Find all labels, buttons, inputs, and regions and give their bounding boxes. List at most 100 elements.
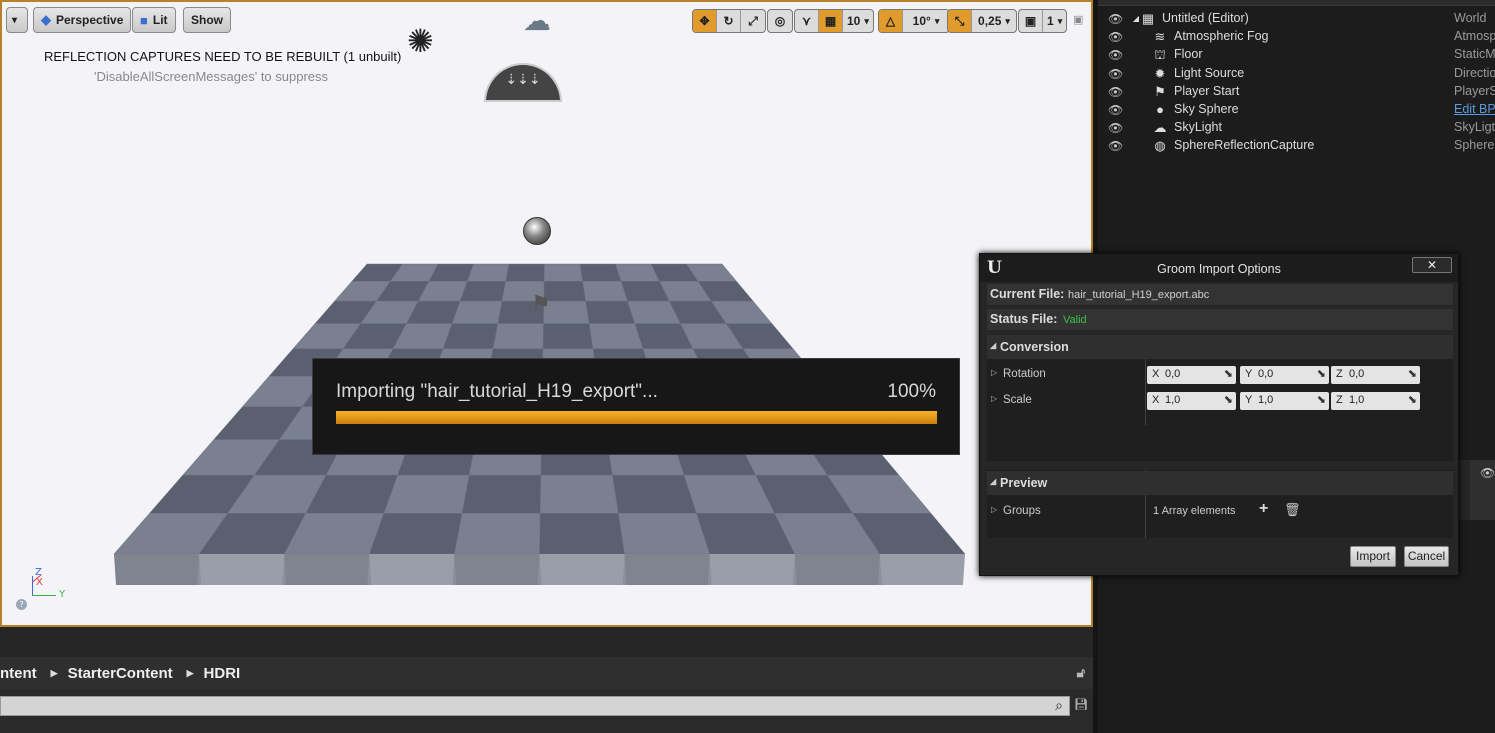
viewport-options-button[interactable]: ▾ bbox=[6, 7, 28, 33]
outliner-row[interactable]: 👁︎ ≋ Atmospheric Fog Atmosp bbox=[1098, 28, 1495, 46]
show-button[interactable]: Show bbox=[183, 7, 231, 33]
view-mode-button[interactable]: ■ Lit bbox=[132, 7, 176, 33]
outliner-item-type: World bbox=[1454, 11, 1487, 25]
rotation-snap-value[interactable]: 10° bbox=[903, 10, 949, 32]
lit-label: Lit bbox=[152, 13, 168, 27]
outliner-row[interactable]: 👁︎ ✹ Light Source Directio bbox=[1098, 65, 1495, 83]
outliner-item-type: StaticM bbox=[1454, 47, 1495, 62]
content-search-input[interactable]: ⌕ bbox=[0, 696, 1070, 716]
outliner-item-label: Atmospheric Fog bbox=[1174, 29, 1269, 44]
visibility-eye-icon[interactable]: 👁︎ bbox=[1108, 85, 1123, 99]
status-file-value: Valid bbox=[1063, 314, 1087, 326]
camera-speed-group: ▣ 1 bbox=[1018, 9, 1068, 33]
perspective-button[interactable]: ◆ Perspective bbox=[33, 7, 132, 33]
breadcrumb-item-hdri[interactable]: HDRI bbox=[204, 665, 241, 682]
visibility-eye-icon[interactable]: 👁︎ bbox=[1108, 103, 1123, 117]
preview-section-header[interactable]: ◢ Preview bbox=[987, 471, 1453, 495]
drag-handle-icon: ⬊ bbox=[1316, 368, 1326, 380]
add-element-icon[interactable]: + bbox=[1259, 500, 1268, 518]
show-label: Show bbox=[191, 13, 223, 27]
translate-tool-icon[interactable]: ✥ bbox=[693, 10, 717, 32]
grid-snap-group: ⋎ ▦ 10 bbox=[794, 9, 874, 33]
camera-speed-value[interactable]: 1 bbox=[1043, 10, 1066, 32]
groups-label: Groups bbox=[1003, 505, 1041, 517]
axis-indicator: Z X Y bbox=[22, 567, 72, 608]
outliner-item-label: Untitled (Editor) bbox=[1162, 11, 1249, 25]
breadcrumb-arrow-icon[interactable]: ▶ bbox=[187, 668, 194, 679]
outliner-item-type: PlayerS bbox=[1454, 83, 1495, 98]
import-button[interactable]: Import bbox=[1350, 546, 1396, 567]
player-start-gizmo-icon[interactable]: ⚑ bbox=[531, 292, 551, 317]
rebuild-warning-message: REFLECTION CAPTURES NEED TO BE REBUILT (… bbox=[44, 49, 402, 64]
outliner-item-label: SkyLight bbox=[1174, 120, 1222, 135]
groups-count: 1 Array elements bbox=[1153, 505, 1236, 517]
reflection-capture-icon: ◍ bbox=[1154, 138, 1166, 154]
visibility-eye-icon[interactable]: 👁︎ bbox=[1108, 139, 1123, 153]
save-search-icon[interactable]: 💾︎ bbox=[1074, 698, 1088, 711]
scale-z-field[interactable]: Z 1,0 ⬊ bbox=[1331, 392, 1420, 410]
preview-label: Preview bbox=[1000, 476, 1048, 490]
visibility-eye-icon[interactable]: 👁︎ bbox=[1108, 12, 1123, 26]
scale-snap-value[interactable]: 0,25 bbox=[972, 10, 1016, 32]
scale-y-field[interactable]: Y 1,0 ⬊ bbox=[1240, 392, 1329, 410]
outliner-row[interactable]: 👁︎ ● Sky Sphere Edit BP bbox=[1098, 101, 1495, 119]
content-browser-toolbar bbox=[0, 627, 1093, 657]
breadcrumb-item-startercontent[interactable]: StarterContent bbox=[68, 665, 173, 682]
rotation-snap-group: △ 10° bbox=[878, 9, 950, 33]
edit-blueprint-link[interactable]: Edit BP bbox=[1454, 102, 1495, 116]
outliner-row[interactable]: 👁︎ ⛫ Floor StaticM bbox=[1098, 46, 1495, 64]
visibility-eye-icon[interactable]: 👁︎ bbox=[1108, 30, 1123, 44]
reflection-capture-gizmo-icon[interactable] bbox=[523, 217, 551, 245]
scale-tool-icon[interactable]: ⤢ bbox=[741, 10, 765, 32]
outliner-row[interactable]: 👁︎ ⚑ Player Start PlayerS bbox=[1098, 83, 1495, 101]
sky-sphere-icon: ● bbox=[1156, 102, 1164, 117]
breadcrumb-item-content[interactable]: ntent bbox=[0, 665, 37, 682]
rotation-y-field[interactable]: Y 0,0 ⬊ bbox=[1240, 366, 1329, 384]
import-progress-bar bbox=[336, 411, 937, 424]
trash-icon[interactable]: 🗑︎ bbox=[1284, 502, 1301, 518]
visibility-eye-icon[interactable]: 👁︎ bbox=[1480, 466, 1495, 480]
level-viewport[interactable]: ▾ ◆ Perspective ■ Lit Show REFLECTION CA… bbox=[0, 0, 1093, 627]
world-globe-icon[interactable]: ◎ bbox=[768, 10, 792, 32]
breadcrumb-arrow-icon[interactable]: ▶ bbox=[51, 668, 58, 679]
outliner-row[interactable]: 👁︎ ◍ SphereReflectionCapture SphereF bbox=[1098, 137, 1495, 155]
sky-light-icon[interactable]: ☁ bbox=[523, 4, 551, 37]
help-icon[interactable]: ? bbox=[16, 599, 27, 610]
camera-speed-icon[interactable]: ▣ bbox=[1019, 10, 1043, 32]
conversion-label: Conversion bbox=[1000, 340, 1069, 354]
expand-triangle-icon[interactable]: ▷ bbox=[991, 505, 997, 514]
dialog-title-bar[interactable]: U Groom Import Options ✕ bbox=[980, 254, 1458, 282]
sun-light-icon[interactable]: ✺ bbox=[407, 22, 434, 60]
rotate-tool-icon[interactable]: ↻ bbox=[717, 10, 741, 32]
expand-triangle-icon[interactable]: ▷ bbox=[991, 368, 997, 377]
maximize-viewport-icon[interactable]: ▣ bbox=[1073, 13, 1083, 26]
grid-snap-value[interactable]: 10 bbox=[843, 10, 873, 32]
conversion-section-header[interactable]: ◢ Conversion bbox=[987, 335, 1453, 359]
drag-handle-icon: ⬊ bbox=[1223, 368, 1233, 380]
expand-triangle-icon[interactable]: ▷ bbox=[991, 394, 997, 403]
visibility-eye-icon[interactable]: 👁︎ bbox=[1108, 121, 1123, 135]
dialog-title: Groom Import Options bbox=[1157, 262, 1281, 276]
rotation-z-field[interactable]: Z 0,0 ⬊ bbox=[1331, 366, 1420, 384]
groom-import-options-dialog: U Groom Import Options ✕ Current File: h… bbox=[979, 253, 1459, 576]
lock-icon[interactable]: 🔓︎ bbox=[1077, 665, 1085, 681]
perspective-label: Perspective bbox=[56, 13, 124, 27]
cancel-button[interactable]: Cancel bbox=[1404, 546, 1449, 567]
scale-snap-icon[interactable]: ⤡ bbox=[948, 10, 972, 32]
import-progress-percent: 100% bbox=[887, 381, 936, 402]
close-button[interactable]: ✕ bbox=[1412, 257, 1452, 273]
outliner-row[interactable]: 👁︎ ◢ ▦ Untitled (Editor) World bbox=[1098, 10, 1495, 28]
visibility-eye-icon[interactable]: 👁︎ bbox=[1108, 48, 1123, 62]
outliner-item-label: Floor bbox=[1174, 47, 1203, 62]
outliner-item-label: Player Start bbox=[1174, 83, 1240, 98]
grid-snap-icon[interactable]: ▦ bbox=[819, 10, 843, 32]
surface-snap-icon[interactable]: ⋎ bbox=[795, 10, 819, 32]
perspective-cube-icon: ◆ bbox=[41, 12, 51, 27]
groups-property-row: ▷ Groups 1 Array elements + 🗑︎ bbox=[987, 499, 1453, 525]
rotation-snap-icon[interactable]: △ bbox=[879, 10, 903, 32]
status-file-label: Status File: bbox=[990, 312, 1058, 326]
rotation-x-field[interactable]: X 0,0 ⬊ bbox=[1147, 366, 1236, 384]
scale-x-field[interactable]: X 1,0 ⬊ bbox=[1147, 392, 1236, 410]
outliner-row[interactable]: 👁︎ ☁ SkyLight SkyLigt bbox=[1098, 119, 1495, 137]
visibility-eye-icon[interactable]: 👁︎ bbox=[1108, 67, 1123, 81]
